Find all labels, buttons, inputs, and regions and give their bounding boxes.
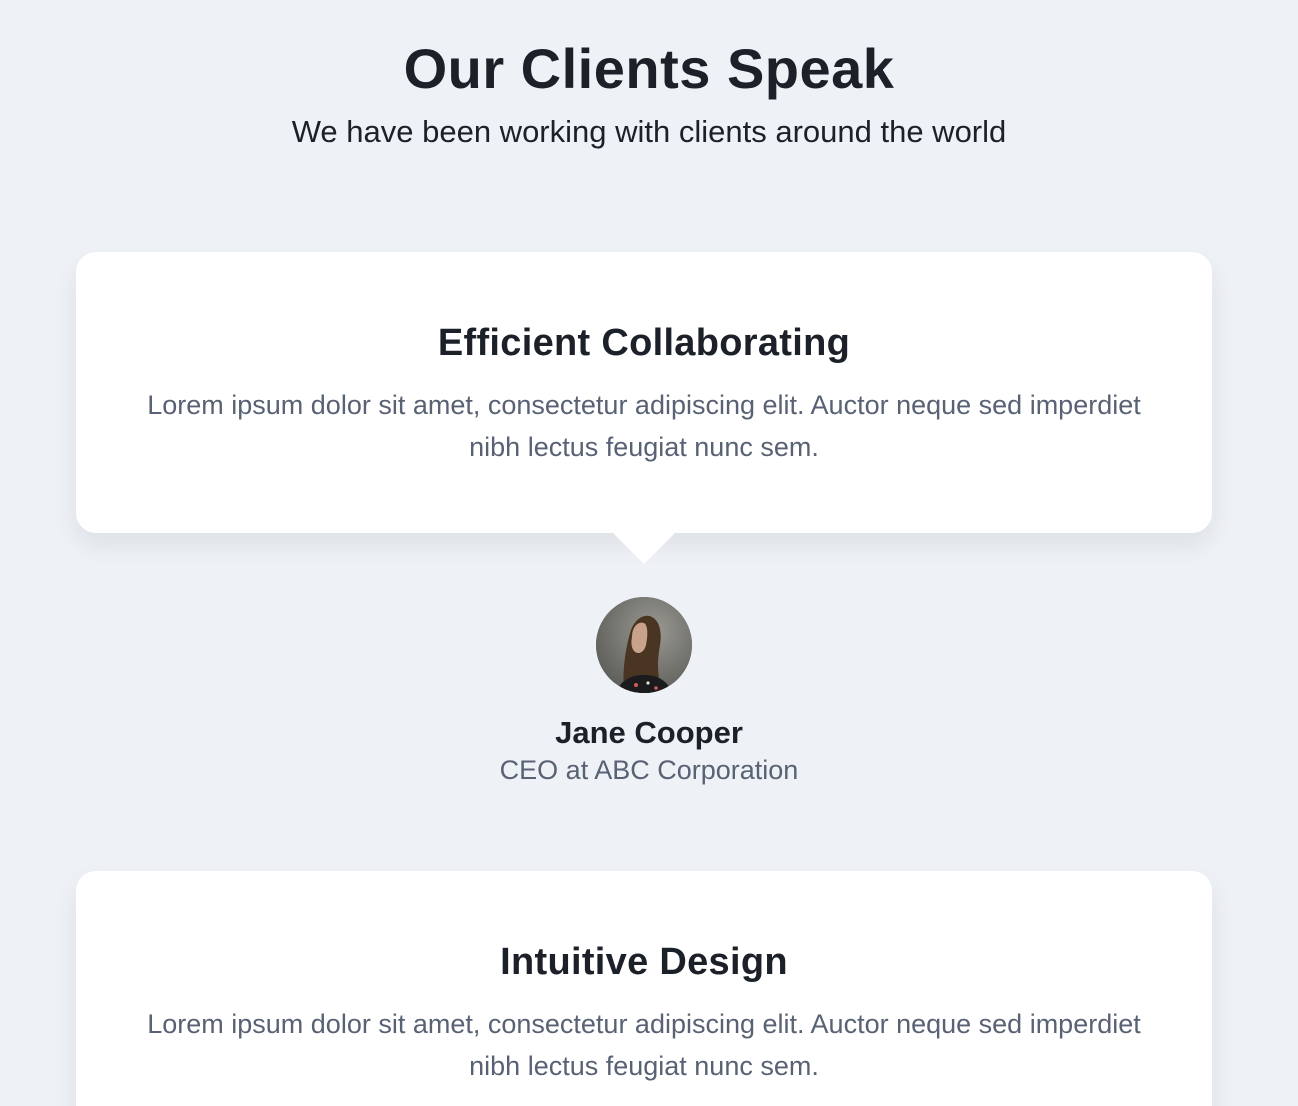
testimonial-title: Efficient Collaborating — [437, 322, 851, 364]
section-title: Our Clients Speak — [403, 37, 895, 100]
testimonial-text: Lorem ipsum dolor sit amet, consectetur … — [147, 1009, 1141, 1081]
testimonial-text: Lorem ipsum dolor sit amet, consectetur … — [147, 390, 1141, 462]
person-photo-icon — [596, 597, 692, 693]
avatar — [596, 597, 692, 693]
client-name: Jane Cooper — [555, 715, 743, 750]
client-role: CEO at ABC Corporation — [499, 755, 799, 785]
testimonials-section: Our Clients Speak We have been working w… — [0, 0, 1298, 1106]
section-subtitle: We have been working with clients around… — [291, 114, 1007, 149]
testimonial-card: Efficient Collaborating Lorem ipsum dolo… — [76, 252, 1212, 533]
speech-pointer — [612, 532, 676, 564]
testimonial-card: Intuitive Design Lorem ipsum dolor sit a… — [76, 871, 1212, 1106]
testimonial-title: Intuitive Design — [500, 941, 788, 983]
